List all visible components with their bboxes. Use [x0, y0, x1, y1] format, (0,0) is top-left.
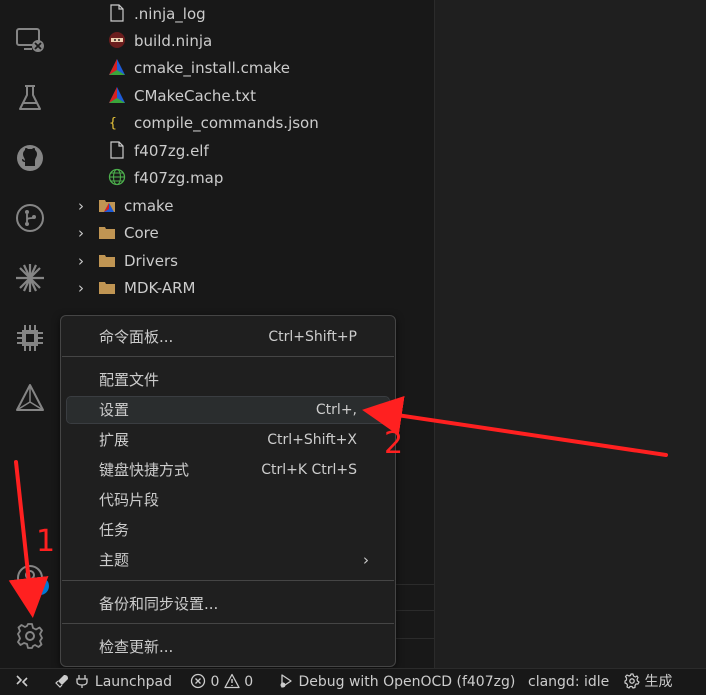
svg-text:{ }: { } [109, 116, 126, 131]
menu-item-command-palette[interactable]: 命令面板... Ctrl+Shift+P [67, 324, 389, 350]
clangd-status[interactable]: clangd: idle [528, 669, 609, 695]
problems-indicator[interactable]: 0 0 [190, 669, 253, 695]
status-bar: Launchpad 0 0 Debug with OpenOCD (f407zg… [0, 668, 706, 695]
annotation-label-1: 1 [36, 524, 56, 559]
menu-item-extensions[interactable]: 扩展 Ctrl+Shift+X [67, 427, 389, 453]
sparkle-icon[interactable] [14, 262, 46, 294]
menu-item-backup-sync[interactable]: 备份和同步设置... [67, 591, 389, 617]
file-item[interactable]: build.ninja [108, 28, 212, 55]
remote-icon [16, 675, 28, 687]
divider [395, 610, 435, 611]
menu-separator [62, 356, 394, 357]
menu-item-tasks[interactable]: 任务 [67, 517, 389, 543]
file-item[interactable]: f407zg.elf [108, 138, 209, 165]
cmake-icon[interactable] [14, 382, 46, 414]
file-icon [108, 141, 126, 159]
divider [395, 584, 435, 585]
file-item[interactable]: cmake_install.cmake [108, 55, 290, 82]
folder-item[interactable]: › Drivers [78, 248, 178, 275]
json-icon: { } [108, 113, 132, 131]
file-item[interactable]: .ninja_log [108, 1, 206, 28]
file-icon [108, 4, 126, 22]
menu-item-themes[interactable]: 主题 › [67, 547, 389, 573]
activity-bar: 1 [0, 0, 61, 668]
cmake-icon [108, 58, 126, 76]
remote-indicator[interactable] [14, 669, 30, 695]
file-item[interactable]: f407zg.map [108, 165, 223, 192]
ninja-icon [108, 31, 126, 49]
menu-item-profiles[interactable]: 配置文件 [67, 367, 389, 393]
account-badge: 1 [31, 577, 49, 595]
folder-icon [98, 251, 116, 269]
chevron-right-icon: › [78, 252, 84, 270]
debug-icon [280, 674, 292, 688]
gear-icon [624, 673, 640, 689]
menu-item-settings[interactable]: 设置 Ctrl+, [66, 396, 390, 424]
folder-icon [98, 223, 116, 241]
folder-item[interactable]: › MDK-ARM [78, 275, 195, 302]
error-icon [190, 673, 206, 689]
testing-icon[interactable] [14, 82, 46, 114]
chevron-right-icon: › [78, 197, 84, 215]
chevron-right-icon: › [78, 279, 84, 297]
source-control-icon[interactable] [14, 202, 46, 234]
chip-icon[interactable] [14, 322, 46, 354]
menu-item-snippets[interactable]: 代码片段 [67, 487, 389, 513]
folder-item[interactable]: › cmake [78, 193, 173, 220]
menu-item-check-updates[interactable]: 检查更新... [67, 634, 389, 660]
manage-menu: 命令面板... Ctrl+Shift+P 配置文件 设置 Ctrl+, 扩展 C… [60, 315, 396, 667]
folder-icon [98, 278, 116, 296]
build-button[interactable]: 生成 [624, 669, 672, 695]
annotation-label-2: 2 [384, 426, 404, 461]
chevron-right-icon: › [78, 224, 84, 242]
github-icon[interactable] [14, 142, 46, 174]
warning-icon [224, 673, 240, 689]
launchpad-button[interactable]: Launchpad [54, 669, 172, 695]
rocket-icon [55, 675, 68, 688]
chevron-right-icon: › [363, 551, 369, 569]
menu-item-keyboard-shortcuts[interactable]: 键盘快捷方式 Ctrl+K Ctrl+S [67, 457, 389, 483]
cmake-icon [108, 86, 126, 104]
divider [395, 638, 435, 639]
menu-separator [62, 580, 394, 581]
globe-icon [108, 168, 126, 186]
menu-separator [62, 623, 394, 624]
file-item[interactable]: CMakeCache.txt [108, 83, 256, 110]
cmake-folder-icon [98, 196, 116, 214]
debug-launch-button[interactable]: Debug with OpenOCD (f407zg) [278, 669, 515, 695]
settings-gear-icon[interactable] [14, 620, 46, 652]
file-item[interactable]: { }compile_commands.json [108, 110, 319, 137]
plug-icon [76, 675, 89, 688]
folder-item[interactable]: › Core [78, 220, 159, 247]
editor-area [435, 0, 706, 668]
remote-explorer-icon[interactable] [14, 24, 46, 56]
